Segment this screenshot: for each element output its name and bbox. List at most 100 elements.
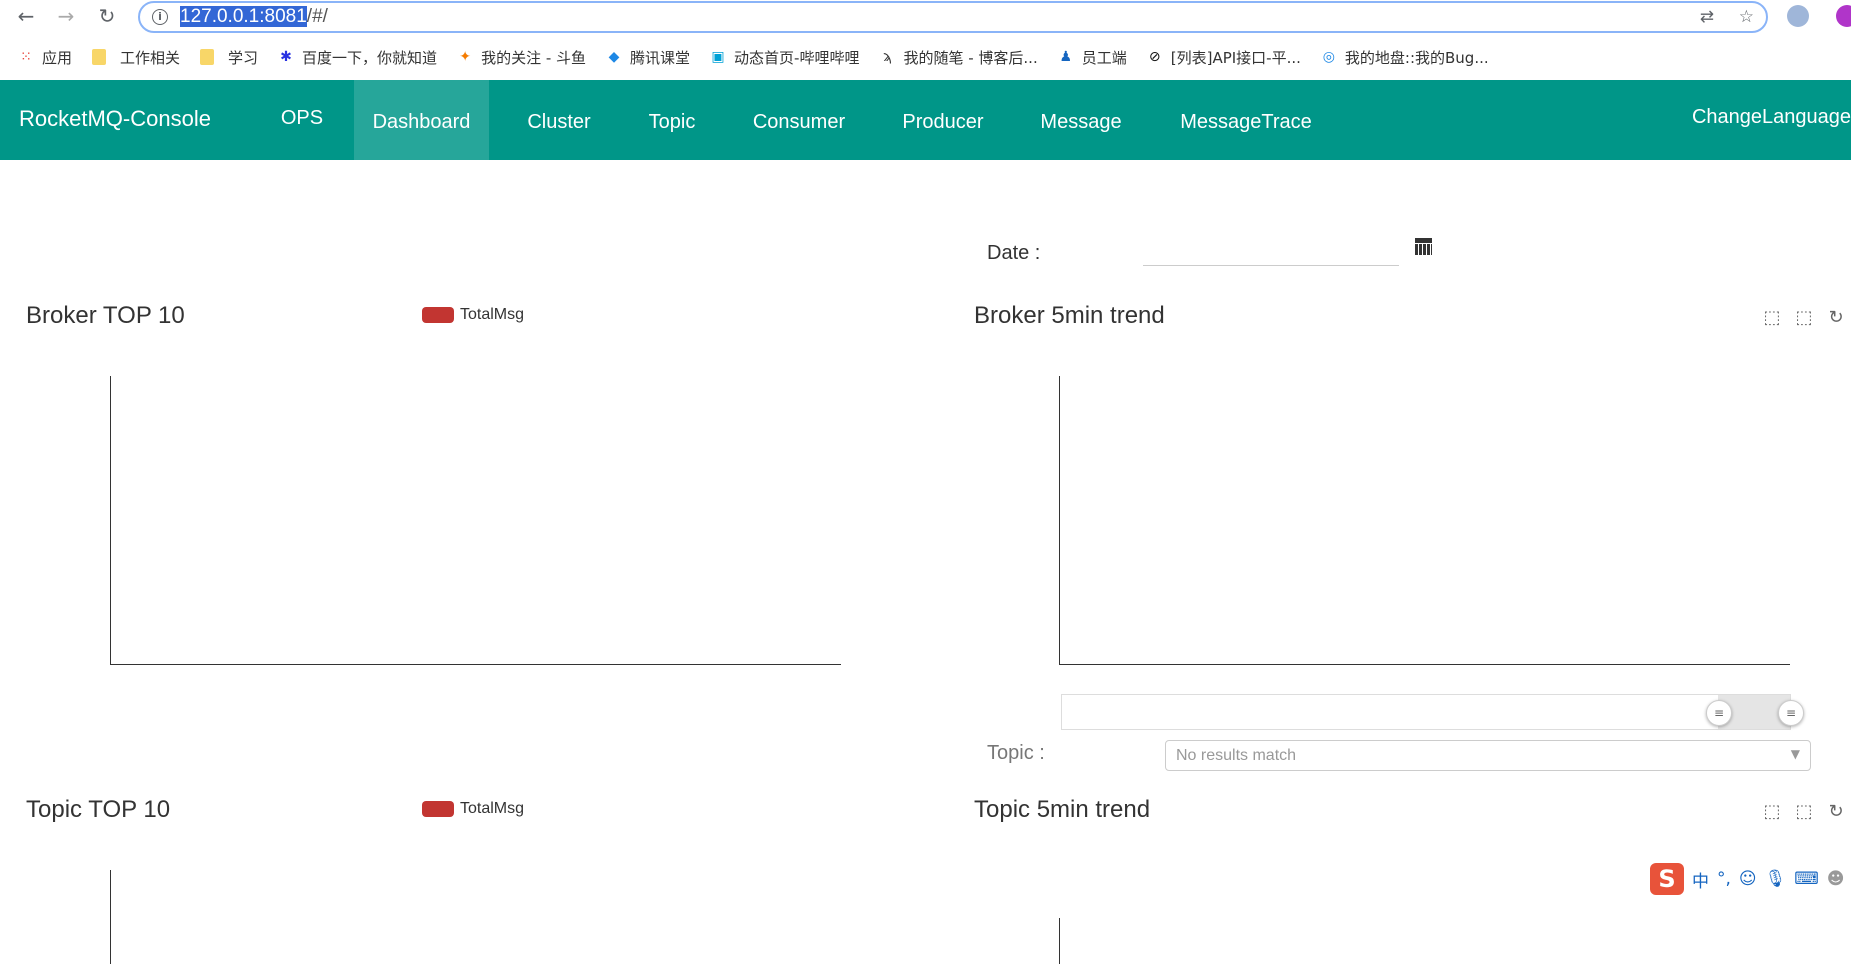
broker-top10-y-axis xyxy=(110,376,111,665)
profile-avatar[interactable] xyxy=(1836,5,1851,27)
microphone-icon[interactable]: 🎙 xyxy=(1765,869,1787,889)
chevron-down-icon: ▼ xyxy=(1790,747,1800,761)
bookmark-api[interactable]: ⊘ [列表]API接口-平... xyxy=(1147,47,1301,68)
bookmark-study[interactable]: 学习 xyxy=(200,47,258,68)
topic-select[interactable]: No results match ▼ xyxy=(1165,740,1811,771)
broker-trend-x-axis xyxy=(1059,664,1790,665)
punctuation-icon[interactable]: °, xyxy=(1717,869,1731,889)
broker-top10-title: Broker TOP 10 xyxy=(26,302,185,329)
staff-icon: ♟ xyxy=(1059,49,1072,65)
broker-trend-y-axis xyxy=(1059,376,1060,665)
nav-cluster[interactable]: Cluster xyxy=(514,80,604,160)
bookmark-label: 腾讯课堂 xyxy=(630,48,691,67)
keyboard-icon[interactable]: ⌨ xyxy=(1794,869,1819,889)
url-host: 127.0.0.1:8081 xyxy=(180,6,307,27)
back-icon[interactable]: ← xyxy=(14,4,38,28)
zoom-select-icon[interactable]: ⬚ xyxy=(1762,802,1782,822)
zoom-reset-icon[interactable]: ⬚ xyxy=(1794,308,1814,328)
datazoom-right-handle[interactable]: ≡ xyxy=(1778,700,1804,726)
brand-logo[interactable]: RocketMQ-Console xyxy=(19,106,211,132)
bookmark-tencent[interactable]: ◆ 腾讯课堂 xyxy=(606,47,690,68)
topic-trend-title: Topic 5min trend xyxy=(974,796,1151,823)
cnblogs-icon: ϡ xyxy=(883,49,892,65)
zoom-reset-icon[interactable]: ⬚ xyxy=(1794,802,1814,822)
bookmark-work[interactable]: 工作相关 xyxy=(92,47,180,68)
bookmark-apps[interactable]: ⁙ 应用 xyxy=(18,47,72,68)
topic-select-placeholder: No results match xyxy=(1176,747,1297,764)
bookmarks-bar: ⁙ 应用 工作相关 学习 ✱ 百度一下，你就知道 ✦ 我的关注 - 斗鱼 ◆ 腾… xyxy=(0,40,1851,74)
extension-icon[interactable] xyxy=(1787,5,1809,27)
tencent-classroom-icon: ◆ xyxy=(608,49,620,65)
topic-trend-toolbox: ⬚ ⬚ ↻ xyxy=(1750,802,1846,822)
legend-swatch xyxy=(422,307,454,323)
bookmark-star-icon[interactable]: ☆ xyxy=(1739,7,1754,27)
nav-message[interactable]: Message xyxy=(1026,80,1136,160)
url-path: /#/ xyxy=(306,6,328,27)
bilibili-icon: ▣ xyxy=(711,49,725,65)
sogou-logo-icon[interactable]: S xyxy=(1650,863,1684,895)
topic-trend-y-axis xyxy=(1059,918,1060,964)
nav-ops[interactable]: OPS xyxy=(272,76,332,156)
zoom-select-icon[interactable]: ⬚ xyxy=(1762,308,1782,328)
folder-icon xyxy=(200,49,215,65)
ime-mode[interactable]: 中 xyxy=(1692,867,1709,892)
douyu-icon: ✦ xyxy=(459,49,471,65)
restore-icon[interactable]: ↻ xyxy=(1826,308,1846,328)
bookmark-label: 工作相关 xyxy=(120,48,181,67)
apps-grid-icon: ⁙ xyxy=(20,49,32,65)
app-navbar: RocketMQ-Console OPS Dashboard Cluster T… xyxy=(0,80,1851,160)
site-info-icon[interactable]: i xyxy=(152,9,168,25)
bookmark-cnblogs[interactable]: ϡ 我的随笔 - 博客后... xyxy=(879,47,1038,68)
bookmark-baidu[interactable]: ✱ 百度一下，你就知道 xyxy=(278,47,437,68)
topic-label: Topic : xyxy=(987,742,1045,764)
bookmark-zentao[interactable]: ◎ 我的地盘::我的Bug... xyxy=(1321,47,1489,68)
bookmark-label: 百度一下，你就知道 xyxy=(302,48,438,67)
address-bar[interactable]: i 127.0.0.1:8081/#/ ⇄ ☆ xyxy=(138,1,1768,33)
date-label: Date : xyxy=(987,242,1041,264)
restore-icon[interactable]: ↻ xyxy=(1826,802,1846,822)
translate-icon[interactable]: ⇄ xyxy=(1700,7,1714,27)
url-text[interactable]: 127.0.0.1:8081/#/ xyxy=(180,6,328,28)
bookmark-label: 我的随笔 - 博客后... xyxy=(903,48,1038,67)
bookmark-label: 员工端 xyxy=(1081,48,1127,67)
broker-trend-title: Broker 5min trend xyxy=(974,302,1165,329)
nav-topic[interactable]: Topic xyxy=(628,80,716,160)
broker-top10-x-axis xyxy=(110,664,841,665)
bookmark-label: 学习 xyxy=(228,48,259,67)
topic-top10-title: Topic TOP 10 xyxy=(26,796,171,823)
bookmark-label: 动态首页-哔哩哔哩 xyxy=(734,48,860,67)
change-language-menu[interactable]: ChangeLanguage xyxy=(1692,106,1851,129)
reload-icon[interactable]: ↻ xyxy=(95,4,119,28)
browser-toolbar: ← → ↻ i 127.0.0.1:8081/#/ ⇄ ☆ xyxy=(0,0,1851,34)
legend-label: TotalMsg xyxy=(460,800,525,817)
bookmark-label: 我的关注 - 斗鱼 xyxy=(481,48,587,67)
bookmark-douyu[interactable]: ✦ 我的关注 - 斗鱼 xyxy=(457,47,586,68)
datazoom-left-handle[interactable]: ≡ xyxy=(1706,700,1732,726)
bookmark-bilibili[interactable]: ▣ 动态首页-哔哩哔哩 xyxy=(710,47,859,68)
topic-top10-legend[interactable]: TotalMsg xyxy=(422,800,524,818)
nav-dashboard[interactable]: Dashboard xyxy=(354,80,489,160)
nav-consumer[interactable]: Consumer xyxy=(740,80,858,160)
legend-swatch xyxy=(422,801,454,817)
ime-toolbar: S 中 °, ☺ 🎙 ⌨ ☻ xyxy=(1650,862,1851,896)
calendar-icon[interactable] xyxy=(1415,238,1432,255)
broker-trend-datazoom[interactable]: ≡ ≡ xyxy=(1061,694,1804,730)
emoji-icon[interactable]: ☺ xyxy=(1739,869,1757,889)
forward-icon[interactable]: → xyxy=(54,4,78,28)
user-icon[interactable]: ☻ xyxy=(1827,869,1845,889)
date-input[interactable] xyxy=(1143,238,1399,266)
topic-top10-y-axis xyxy=(110,870,111,964)
broker-top10-legend[interactable]: TotalMsg xyxy=(422,306,524,324)
bookmark-label: 应用 xyxy=(42,48,73,67)
bookmark-label: [列表]API接口-平... xyxy=(1170,48,1301,67)
api-icon: ⊘ xyxy=(1148,49,1161,65)
bookmark-label: 我的地盘::我的Bug... xyxy=(1344,48,1489,67)
broker-trend-toolbox: ⬚ ⬚ ↻ xyxy=(1750,308,1846,328)
nav-producer[interactable]: Producer xyxy=(884,80,1002,160)
baidu-icon: ✱ xyxy=(280,49,292,65)
legend-label: TotalMsg xyxy=(460,306,525,323)
bookmark-staff[interactable]: ♟ 员工端 xyxy=(1058,47,1127,68)
zentao-icon: ◎ xyxy=(1322,49,1335,65)
folder-icon xyxy=(92,49,107,65)
nav-messagetrace[interactable]: MessageTrace xyxy=(1166,80,1326,160)
